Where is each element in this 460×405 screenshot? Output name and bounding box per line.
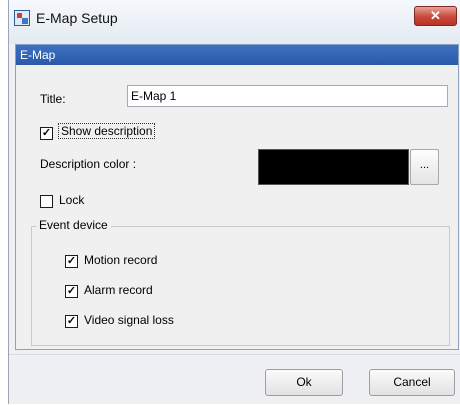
video-signal-loss-checkbox[interactable]: ✓ <box>65 315 78 328</box>
check-mark-icon: ✓ <box>41 127 52 139</box>
emap-app-icon <box>14 10 30 26</box>
video-signal-loss-label[interactable]: Video signal loss <box>84 313 174 327</box>
lock-label[interactable]: Lock <box>59 193 84 207</box>
dialog-footer: Ok Cancel <box>9 354 460 405</box>
check-mark-icon: ✓ <box>66 255 77 267</box>
window-title: E-Map Setup <box>36 10 118 26</box>
check-mark-icon: ✓ <box>66 315 77 327</box>
show-description-label[interactable]: Show description <box>58 123 156 139</box>
ok-button[interactable]: Ok <box>265 369 343 396</box>
check-mark-icon: ✓ <box>66 285 77 297</box>
title-bar: E-Map Setup ✕ <box>9 0 460 44</box>
color-browse-button[interactable]: ... <box>410 149 439 185</box>
show-description-checkbox[interactable]: ✓ <box>40 127 53 140</box>
title-input[interactable]: E-Map 1 <box>127 85 448 107</box>
description-color-swatch[interactable] <box>258 149 409 185</box>
title-label: Title: <box>40 92 66 106</box>
panel-header: E-Map <box>16 45 458 65</box>
lock-checkbox[interactable] <box>40 195 53 208</box>
motion-record-checkbox[interactable]: ✓ <box>65 255 78 268</box>
cancel-button[interactable]: Cancel <box>369 369 455 396</box>
close-button[interactable]: ✕ <box>414 6 457 26</box>
description-color-label: Description color : <box>40 157 137 171</box>
motion-record-label[interactable]: Motion record <box>84 253 157 267</box>
emap-panel: E-Map Title: E-Map 1 ✓ Show description … <box>15 44 459 350</box>
alarm-record-checkbox[interactable]: ✓ <box>65 285 78 298</box>
alarm-record-label[interactable]: Alarm record <box>84 283 153 297</box>
event-device-group: Event device ✓ Motion record ✓ Alarm rec… <box>31 218 450 346</box>
event-device-legend: Event device <box>36 218 111 232</box>
close-icon: ✕ <box>430 8 441 23</box>
emap-setup-dialog: E-Map Setup ✕ E-Map Title: E-Map 1 ✓ Sho… <box>8 0 460 404</box>
